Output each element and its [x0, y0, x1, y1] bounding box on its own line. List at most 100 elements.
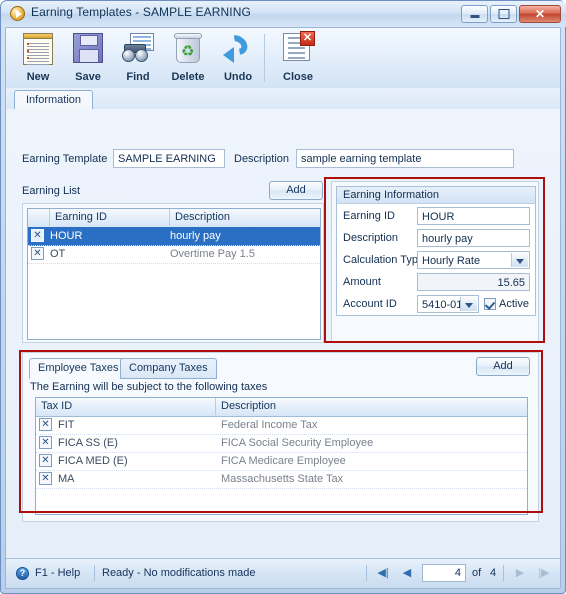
tax-description-cell: FICA Social Security Employee — [221, 437, 374, 449]
earning-id-input[interactable]: HOUR — [417, 207, 530, 225]
calculation-type-label: Calculation Type — [343, 254, 425, 266]
earning-information-title: Earning Information — [337, 187, 535, 204]
account-id-value: 5410-01 — [422, 299, 463, 311]
account-id-select[interactable]: 5410-01 — [417, 295, 479, 313]
tab-company-taxes[interactable]: Company Taxes — [120, 358, 217, 379]
earning-description-input[interactable]: hourly pay — [417, 229, 530, 247]
toolbar-button-undo[interactable]: Undo — [212, 31, 264, 85]
row-delete-icon[interactable]: ✕ — [39, 418, 52, 431]
play-circle-icon — [10, 6, 25, 21]
taxes-tab-strip: Employee Taxes Company Taxes — [29, 358, 229, 379]
nav-next-button[interactable]: ▶ — [512, 566, 528, 581]
earning-list-grid[interactable]: Earning ID Description ✕ HOUR hourly pay… — [27, 208, 321, 340]
nav-divider-right — [503, 565, 504, 581]
taxes-container: Employee Taxes Company Taxes Add The Ear… — [22, 352, 539, 522]
table-row[interactable]: ✕ FIT Federal Income Tax — [36, 416, 527, 435]
nav-current-page-input[interactable]: 4 — [422, 564, 466, 582]
row-delete-icon[interactable]: ✕ — [31, 247, 44, 260]
minimize-icon — [470, 15, 479, 18]
maximize-button[interactable] — [490, 5, 517, 23]
amount-input[interactable]: 15.65 — [417, 273, 530, 291]
earning-list-container: Earning ID Description ✕ HOUR hourly pay… — [22, 203, 324, 343]
earning-description-label: Description — [343, 232, 399, 244]
window-title: Earning Templates - SAMPLE EARNING — [31, 5, 251, 19]
tax-description-cell: FICA Medicare Employee — [221, 455, 346, 467]
title-bar: Earning Templates - SAMPLE EARNING ✕ — [1, 1, 566, 27]
earning-list-header: Earning ID Description — [28, 209, 320, 228]
undo-arrow-icon — [222, 31, 254, 63]
chevron-down-icon[interactable] — [460, 297, 477, 311]
table-row[interactable]: ✕ HOUR hourly pay — [28, 227, 320, 246]
nav-total-pages: 4 — [490, 567, 497, 579]
minimize-button[interactable] — [461, 5, 488, 23]
earning-information-container: Earning Information Earning ID HOUR Desc… — [331, 181, 539, 343]
toolbar-button-close[interactable]: ✕ Close — [272, 31, 324, 85]
earning-list-add-button[interactable]: Add — [269, 181, 323, 200]
status-bar: ? F1 - Help Ready - No modifications mad… — [6, 558, 560, 588]
earning-list-header-description: Description — [175, 211, 231, 223]
table-row[interactable]: ✕ OT Overtime Pay 1.5 — [28, 245, 320, 264]
taxes-add-button[interactable]: Add — [476, 357, 530, 376]
row-delete-icon[interactable]: ✕ — [39, 472, 52, 485]
tax-id-cell: FICA SS (E) — [58, 437, 118, 449]
calculation-type-select[interactable]: Hourly Rate — [417, 251, 530, 269]
toolbar-label-find: Find — [126, 71, 150, 83]
status-text: Ready - No modifications made — [102, 567, 256, 579]
taxes-grid[interactable]: Tax ID Description ✕ FIT Federal Income … — [35, 397, 528, 515]
help-label[interactable]: F1 - Help — [35, 567, 80, 579]
table-row[interactable]: ✕ FICA MED (E) FICA Medicare Employee — [36, 452, 527, 471]
earning-id-cell: OT — [50, 248, 66, 260]
earning-id-cell: HOUR — [50, 230, 83, 242]
nav-last-button[interactable]: |▶ — [536, 566, 552, 581]
toolbar-label-undo: Undo — [223, 71, 253, 83]
description-input[interactable]: sample earning template — [296, 149, 514, 168]
earning-description-cell: Overtime Pay 1.5 — [170, 248, 255, 260]
toolbar-button-delete[interactable]: ♻ Delete — [162, 31, 214, 85]
close-icon: ✕ — [534, 7, 546, 21]
earning-template-input[interactable]: SAMPLE EARNING — [113, 149, 225, 168]
nav-first-button[interactable]: ◀| — [375, 566, 391, 581]
chevron-down-icon[interactable] — [511, 253, 528, 267]
tax-id-cell: FICA MED (E) — [58, 455, 128, 467]
toolbar-label-new: New — [26, 71, 50, 83]
tab-employee-taxes[interactable]: Employee Taxes — [29, 358, 128, 379]
window-controls: ✕ — [461, 5, 561, 23]
toolbar-button-save[interactable]: Save — [62, 31, 114, 85]
taxes-header: Tax ID Description — [36, 398, 527, 417]
window-client-area: New Save Find ♻ Delete Undo ✕ Close Info… — [5, 27, 561, 589]
toolbar-label-save: Save — [75, 71, 101, 83]
tab-information[interactable]: Information — [14, 90, 94, 111]
application-window: Earning Templates - SAMPLE EARNING ✕ New… — [0, 0, 566, 594]
active-checkbox[interactable] — [484, 298, 496, 310]
toolbar-button-new[interactable]: New — [12, 31, 64, 85]
table-row[interactable]: ✕ FICA SS (E) FICA Social Security Emplo… — [36, 434, 527, 453]
earning-information-panel: Earning Information Earning ID HOUR Desc… — [336, 186, 536, 316]
earning-list-title: Earning List — [22, 185, 81, 197]
description-label: Description — [234, 153, 290, 165]
earning-list-header-blank — [28, 209, 50, 226]
close-document-icon: ✕ — [283, 31, 315, 63]
row-delete-icon[interactable]: ✕ — [39, 436, 52, 449]
table-row[interactable]: ✕ MA Massachusetts State Tax — [36, 470, 527, 489]
tab-strip: Information — [6, 88, 560, 111]
row-delete-icon[interactable]: ✕ — [39, 454, 52, 467]
row-delete-icon[interactable]: ✕ — [31, 229, 44, 242]
account-id-label: Account ID — [343, 298, 397, 310]
question-mark-icon: ? — [16, 567, 29, 580]
taxes-hint: The Earning will be subject to the follo… — [30, 381, 268, 393]
close-button[interactable]: ✕ — [519, 5, 561, 23]
active-label: Active — [499, 298, 529, 310]
floppy-disk-icon — [73, 33, 103, 63]
earning-id-label: Earning ID — [343, 210, 395, 222]
earning-list-header-id: Earning ID — [50, 209, 170, 226]
main-content: Earning Template SAMPLE EARNING Descript… — [6, 109, 560, 558]
tax-id-cell: MA — [58, 473, 75, 485]
toolbar-button-find[interactable]: Find — [112, 31, 164, 85]
maximize-icon — [498, 9, 509, 19]
nav-of-label: of — [472, 567, 482, 579]
tax-description-cell: Massachusetts State Tax — [221, 473, 344, 485]
status-divider — [94, 565, 95, 581]
tax-id-cell: FIT — [58, 419, 75, 431]
nav-prev-button[interactable]: ◀ — [399, 566, 415, 581]
earning-description-cell: hourly pay — [170, 230, 221, 242]
